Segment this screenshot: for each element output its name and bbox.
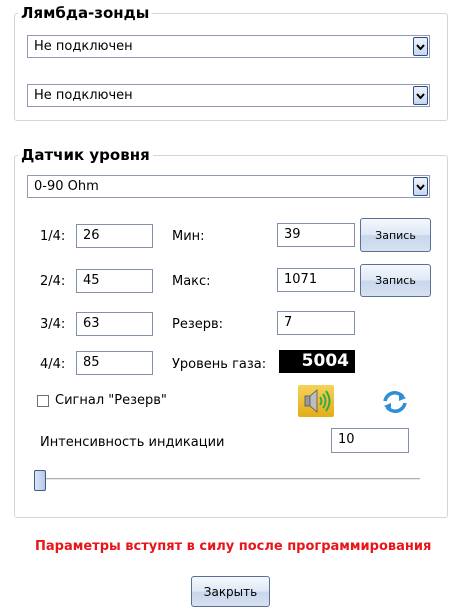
level-type-value: 0-90 Ohm (34, 179, 99, 194)
speaker-icon[interactable] (298, 385, 334, 417)
q3-field[interactable]: 63 (76, 312, 153, 336)
close-button[interactable]: Закрыть (191, 576, 270, 607)
q4-label: 4/4: (40, 357, 66, 372)
intensity-slider-track[interactable] (40, 478, 420, 481)
chevron-down-icon[interactable] (413, 37, 428, 56)
record-min-button[interactable]: Запись (360, 218, 431, 252)
lambda-group-title: Лямбда-зонды (18, 4, 153, 22)
max-label: Макс: (172, 274, 211, 289)
q1-field[interactable]: 26 (76, 224, 153, 248)
gas-level-label: Уровень газа: (172, 357, 267, 372)
q4-field[interactable]: 85 (76, 351, 153, 375)
intensity-field[interactable]: 10 (331, 428, 409, 453)
lambda-sensor-2-select[interactable]: Не подключен (27, 84, 430, 107)
chevron-down-icon[interactable] (413, 86, 428, 105)
max-field[interactable]: 1071 (277, 268, 355, 292)
reserve-field[interactable]: 7 (277, 311, 355, 335)
lambda-sensor-1-select[interactable]: Не подключен (27, 35, 430, 58)
intensity-slider-thumb[interactable] (34, 470, 46, 491)
q3-label: 3/4: (40, 317, 66, 332)
reserve-signal-checkbox[interactable] (37, 395, 49, 407)
gas-level-display: 5004 (279, 350, 355, 373)
q2-field[interactable]: 45 (76, 269, 153, 293)
warning-message: Параметры вступят в силу после программи… (35, 539, 432, 554)
level-group-title: Датчик уровня (18, 146, 153, 164)
refresh-icon[interactable] (380, 389, 410, 415)
min-field[interactable]: 39 (277, 223, 355, 247)
min-label: Мин: (172, 229, 205, 244)
lambda-sensor-1-value: Не подключен (34, 39, 133, 54)
level-type-select[interactable]: 0-90 Ohm (27, 175, 430, 198)
record-max-button[interactable]: Запись (360, 264, 431, 297)
q1-label: 1/4: (40, 229, 66, 244)
reserve-signal-label: Сигнал "Резерв" (55, 393, 167, 408)
chevron-down-icon[interactable] (413, 177, 428, 196)
level-group (14, 155, 448, 518)
lambda-sensor-2-value: Не подключен (34, 88, 133, 103)
intensity-label: Интенсивность индикации (40, 435, 225, 450)
reserve-label: Резерв: (172, 317, 224, 332)
q2-label: 2/4: (40, 274, 66, 289)
